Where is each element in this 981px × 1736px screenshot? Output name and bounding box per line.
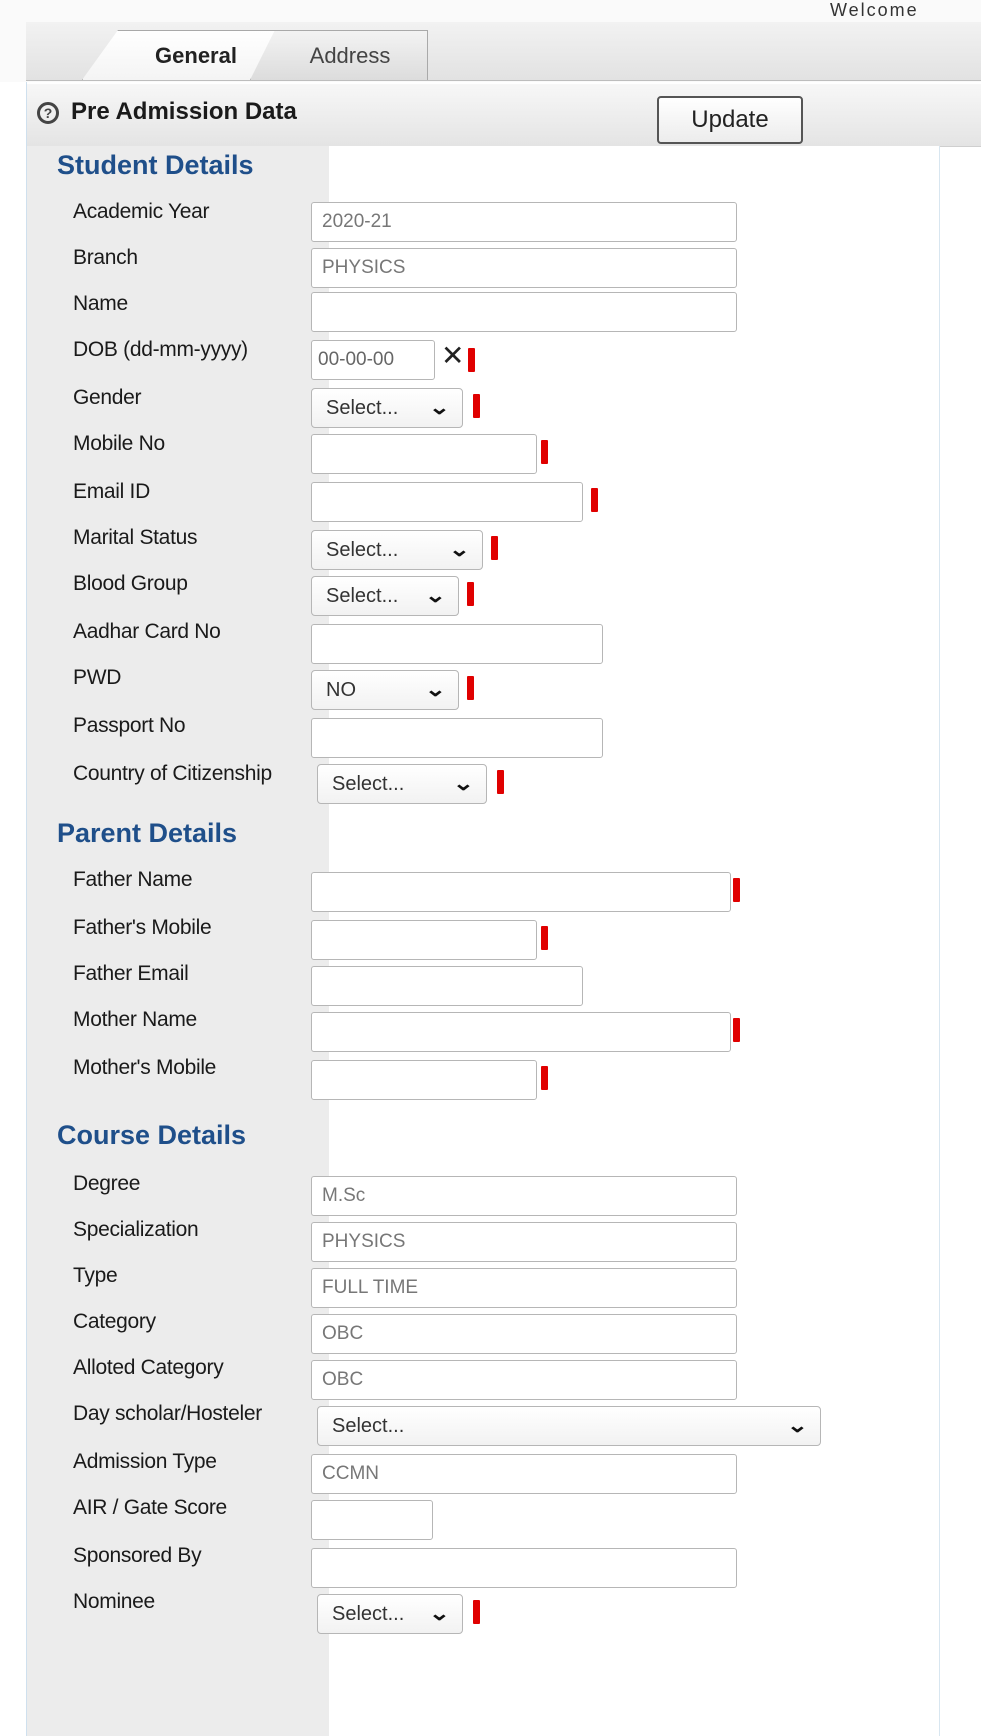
panel-header: ? Pre Admission Data Update — [27, 84, 981, 147]
day-scholar-select[interactable]: Select... ⌄ — [317, 1406, 821, 1446]
sponsored-by-label: Sponsored By — [73, 1544, 202, 1567]
required-marker — [591, 488, 598, 512]
pwd-select[interactable]: NO ⌄ — [311, 670, 459, 710]
dob-label: DOB (dd-mm-yyyy) — [73, 338, 248, 361]
mother-name-field[interactable] — [311, 1012, 731, 1052]
father-mobile-field[interactable] — [311, 920, 537, 960]
tab-address[interactable]: Address — [250, 30, 428, 80]
required-marker — [473, 394, 480, 418]
specialization-field[interactable]: PHYSICS — [311, 1222, 737, 1262]
mobile-field[interactable] — [311, 434, 537, 474]
chevron-down-icon: ⌄ — [424, 585, 447, 607]
citizenship-selected: Select... — [332, 772, 405, 795]
blood-selected: Select... — [326, 584, 399, 607]
marital-selected: Select... — [326, 538, 399, 561]
type-field[interactable]: FULL TIME — [311, 1268, 737, 1308]
mother-name-label: Mother Name — [73, 1008, 197, 1031]
chevron-down-icon: ⌄ — [452, 773, 475, 795]
required-marker — [733, 878, 740, 902]
required-marker — [491, 536, 498, 560]
mobile-label: Mobile No — [73, 432, 165, 455]
email-field[interactable] — [311, 482, 583, 522]
blood-group-select[interactable]: Select... ⌄ — [311, 576, 459, 616]
clear-date-icon[interactable]: ✕ — [441, 342, 464, 370]
required-marker — [473, 1600, 480, 1624]
pwd-label: PWD — [73, 666, 122, 689]
chevron-down-icon: ⌄ — [428, 397, 451, 419]
panel-title: Pre Admission Data — [71, 98, 297, 125]
parent-details-heading: Parent Details — [57, 818, 238, 848]
student-details-heading: Student Details — [57, 150, 254, 180]
father-name-field[interactable] — [311, 872, 731, 912]
admission-type-field[interactable]: CCMN — [311, 1454, 737, 1494]
required-marker — [733, 1018, 740, 1042]
name-field[interactable] — [311, 292, 737, 332]
required-marker — [541, 440, 548, 464]
dob-field[interactable]: 00-00-00 — [311, 340, 435, 380]
marital-status-select[interactable]: Select... ⌄ — [311, 530, 483, 570]
email-label: Email ID — [73, 480, 150, 503]
father-name-label: Father Name — [73, 868, 193, 891]
required-marker — [467, 582, 474, 606]
update-button[interactable]: Update — [657, 96, 803, 144]
nominee-selected: Select... — [332, 1602, 405, 1625]
help-icon[interactable]: ? — [37, 102, 59, 124]
aadhar-field[interactable] — [311, 624, 603, 664]
air-gate-score-label: AIR / Gate Score — [73, 1496, 227, 1519]
pwd-selected: NO — [326, 678, 356, 701]
required-marker — [497, 770, 504, 794]
gender-label: Gender — [73, 386, 142, 409]
course-details-heading: Course Details — [57, 1120, 247, 1150]
degree-label: Degree — [73, 1172, 141, 1195]
alloted-category-label: Alloted Category — [73, 1356, 224, 1379]
father-mobile-label: Father's Mobile — [73, 916, 212, 939]
nominee-label: Nominee — [73, 1590, 155, 1613]
aadhar-label: Aadhar Card No — [73, 620, 221, 643]
category-field[interactable]: OBC — [311, 1314, 737, 1354]
mother-mobile-field[interactable] — [311, 1060, 537, 1100]
category-label: Category — [73, 1310, 156, 1333]
chevron-down-icon: ⌄ — [424, 679, 447, 701]
academic-year-label: Academic Year — [73, 200, 210, 223]
pre-admission-panel: ? Pre Admission Data Update Student Deta… — [26, 82, 981, 1736]
required-marker — [467, 676, 474, 700]
blood-group-label: Blood Group — [73, 572, 188, 595]
mother-mobile-label: Mother's Mobile — [73, 1056, 217, 1079]
academic-year-field[interactable]: 2020-21 — [311, 202, 737, 242]
father-email-label: Father Email — [73, 962, 189, 985]
nominee-select[interactable]: Select... ⌄ — [317, 1594, 463, 1634]
alloted-category-field[interactable]: OBC — [311, 1360, 737, 1400]
passport-label: Passport No — [73, 714, 186, 737]
welcome-text: Welcome — [830, 0, 919, 20]
required-marker — [468, 348, 475, 372]
tab-general[interactable]: General — [82, 30, 282, 80]
day-scholar-label: Day scholar/Hosteler — [73, 1402, 262, 1425]
gender-select[interactable]: Select... ⌄ — [311, 388, 463, 428]
citizenship-select[interactable]: Select... ⌄ — [317, 764, 487, 804]
chevron-down-icon: ⌄ — [428, 1603, 451, 1625]
specialization-label: Specialization — [73, 1218, 199, 1241]
chevron-down-icon: ⌄ — [786, 1415, 809, 1437]
branch-label: Branch — [73, 246, 138, 269]
degree-field[interactable]: M.Sc — [311, 1176, 737, 1216]
name-label: Name — [73, 292, 128, 315]
gender-selected: Select... — [326, 396, 399, 419]
tab-bar: General Address — [26, 22, 981, 81]
marital-status-label: Marital Status — [73, 526, 198, 549]
branch-field[interactable]: PHYSICS — [311, 248, 737, 288]
admission-type-label: Admission Type — [73, 1450, 217, 1473]
chevron-down-icon: ⌄ — [448, 539, 471, 561]
passport-field[interactable] — [311, 718, 603, 758]
required-marker — [541, 1066, 548, 1090]
required-marker — [541, 926, 548, 950]
air-gate-score-field[interactable] — [311, 1500, 433, 1540]
day-scholar-selected: Select... — [332, 1414, 405, 1437]
father-email-field[interactable] — [311, 966, 583, 1006]
citizenship-label: Country of Citizenship — [73, 762, 272, 785]
type-label: Type — [73, 1264, 118, 1287]
sponsored-by-field[interactable] — [311, 1548, 737, 1588]
